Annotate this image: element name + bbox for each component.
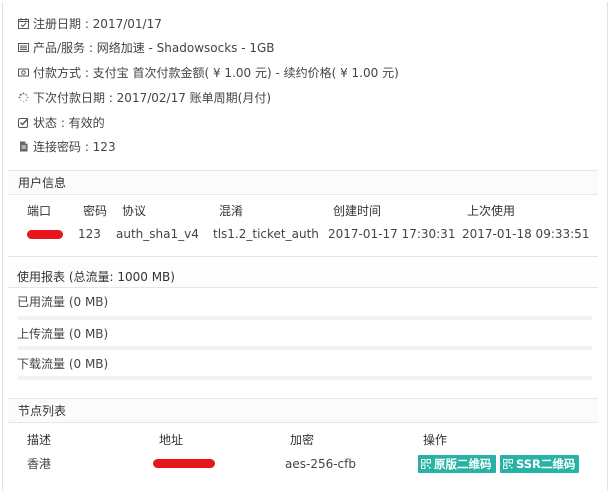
usage-title: 使用报表 (总流量: 1000 MB) <box>17 270 175 284</box>
node-list-title: 节点列表 <box>18 404 67 418</box>
qrcode-icon <box>503 456 513 469</box>
register-date-text: 注册日期 : 2017/01/17 <box>33 17 162 31</box>
cell-protocol: auth_sha1_v4 <box>116 227 199 241</box>
original-qr-label: 原版二维码 <box>434 457 492 471</box>
redacted-address <box>153 459 215 468</box>
col-obfs: 混淆 <box>219 204 244 218</box>
col-created: 创建时间 <box>333 204 382 218</box>
col-password: 密码 <box>83 204 108 218</box>
ssr-qr-button[interactable]: SSR二维码 <box>500 455 580 473</box>
cell-created: 2017-01-17 17:30:31 <box>328 227 456 241</box>
file-icon <box>18 141 29 152</box>
product-line: 产品/服务 : 网络加速 - Shadowsocks - 1GB <box>18 39 275 57</box>
original-qr-button[interactable]: 原版二维码 <box>418 455 496 473</box>
node-list-header: 节点列表 <box>8 398 598 423</box>
col-desc: 描述 <box>27 433 52 447</box>
next-due-text: 下次付款日期 : 2017/02/17 账单周期(月付) <box>33 91 272 105</box>
register-date-line: 注册日期 : 2017/01/17 <box>18 15 162 33</box>
cell-password: 123 <box>78 227 101 241</box>
col-protocol: 协议 <box>122 204 147 218</box>
ssr-qr-label: SSR二维码 <box>516 457 576 471</box>
user-info-table: 端口 密码 协议 混淆 创建时间 上次使用 123 auth_sha1_v4 t… <box>8 195 598 257</box>
cell-desc: 香港 <box>27 457 52 471</box>
user-info-title: 用户信息 <box>18 176 67 190</box>
product-text: 产品/服务 : 网络加速 - Shadowsocks - 1GB <box>33 41 275 55</box>
cell-obfs: tls1.2_ticket_auth <box>213 227 319 241</box>
node-list-table: 描述 地址 加密 操作 香港 aes-256-cfb <box>8 423 598 485</box>
col-cipher: 加密 <box>290 433 315 447</box>
status-text: 状态 : 有效的 <box>33 116 105 130</box>
download-traffic-bar <box>17 376 592 380</box>
qrcode-icon <box>421 456 431 469</box>
password-text: 连接密码 : 123 <box>33 140 116 154</box>
status-line: 状态 : 有效的 <box>18 114 105 132</box>
check-square-icon <box>18 117 29 128</box>
cell-last-used: 2017-01-18 09:33:51 <box>462 227 590 241</box>
col-actions: 操作 <box>423 433 448 447</box>
payment-text: 付款方式 : 支付宝 首次付款金额( ¥ 1.00 元) - 续约价格( ¥ 1… <box>33 66 399 80</box>
upload-traffic-label: 上传流量 (0 MB) <box>17 327 109 341</box>
col-address: 地址 <box>159 433 184 447</box>
used-traffic-label: 已用流量 (0 MB) <box>17 295 109 309</box>
used-traffic-bar <box>17 316 592 320</box>
next-due-line: 下次付款日期 : 2017/02/17 账单周期(月付) <box>18 89 271 107</box>
col-port: 端口 <box>27 204 52 218</box>
usage-header: 使用报表 (总流量: 1000 MB) <box>8 263 598 288</box>
list-icon <box>18 42 29 53</box>
redacted-port <box>27 230 63 239</box>
calendar-check-icon <box>18 18 29 29</box>
download-traffic-label: 下载流量 (0 MB) <box>17 357 109 371</box>
cell-cipher: aes-256-cfb <box>285 457 356 471</box>
payment-line: 付款方式 : 支付宝 首次付款金额( ¥ 1.00 元) - 续约价格( ¥ 1… <box>18 64 399 82</box>
upload-traffic-bar <box>17 346 592 350</box>
money-icon <box>18 67 29 78</box>
user-info-header: 用户信息 <box>8 170 598 195</box>
spinner-icon <box>18 92 29 103</box>
password-line: 连接密码 : 123 <box>18 138 116 156</box>
col-last-used: 上次使用 <box>467 204 516 218</box>
